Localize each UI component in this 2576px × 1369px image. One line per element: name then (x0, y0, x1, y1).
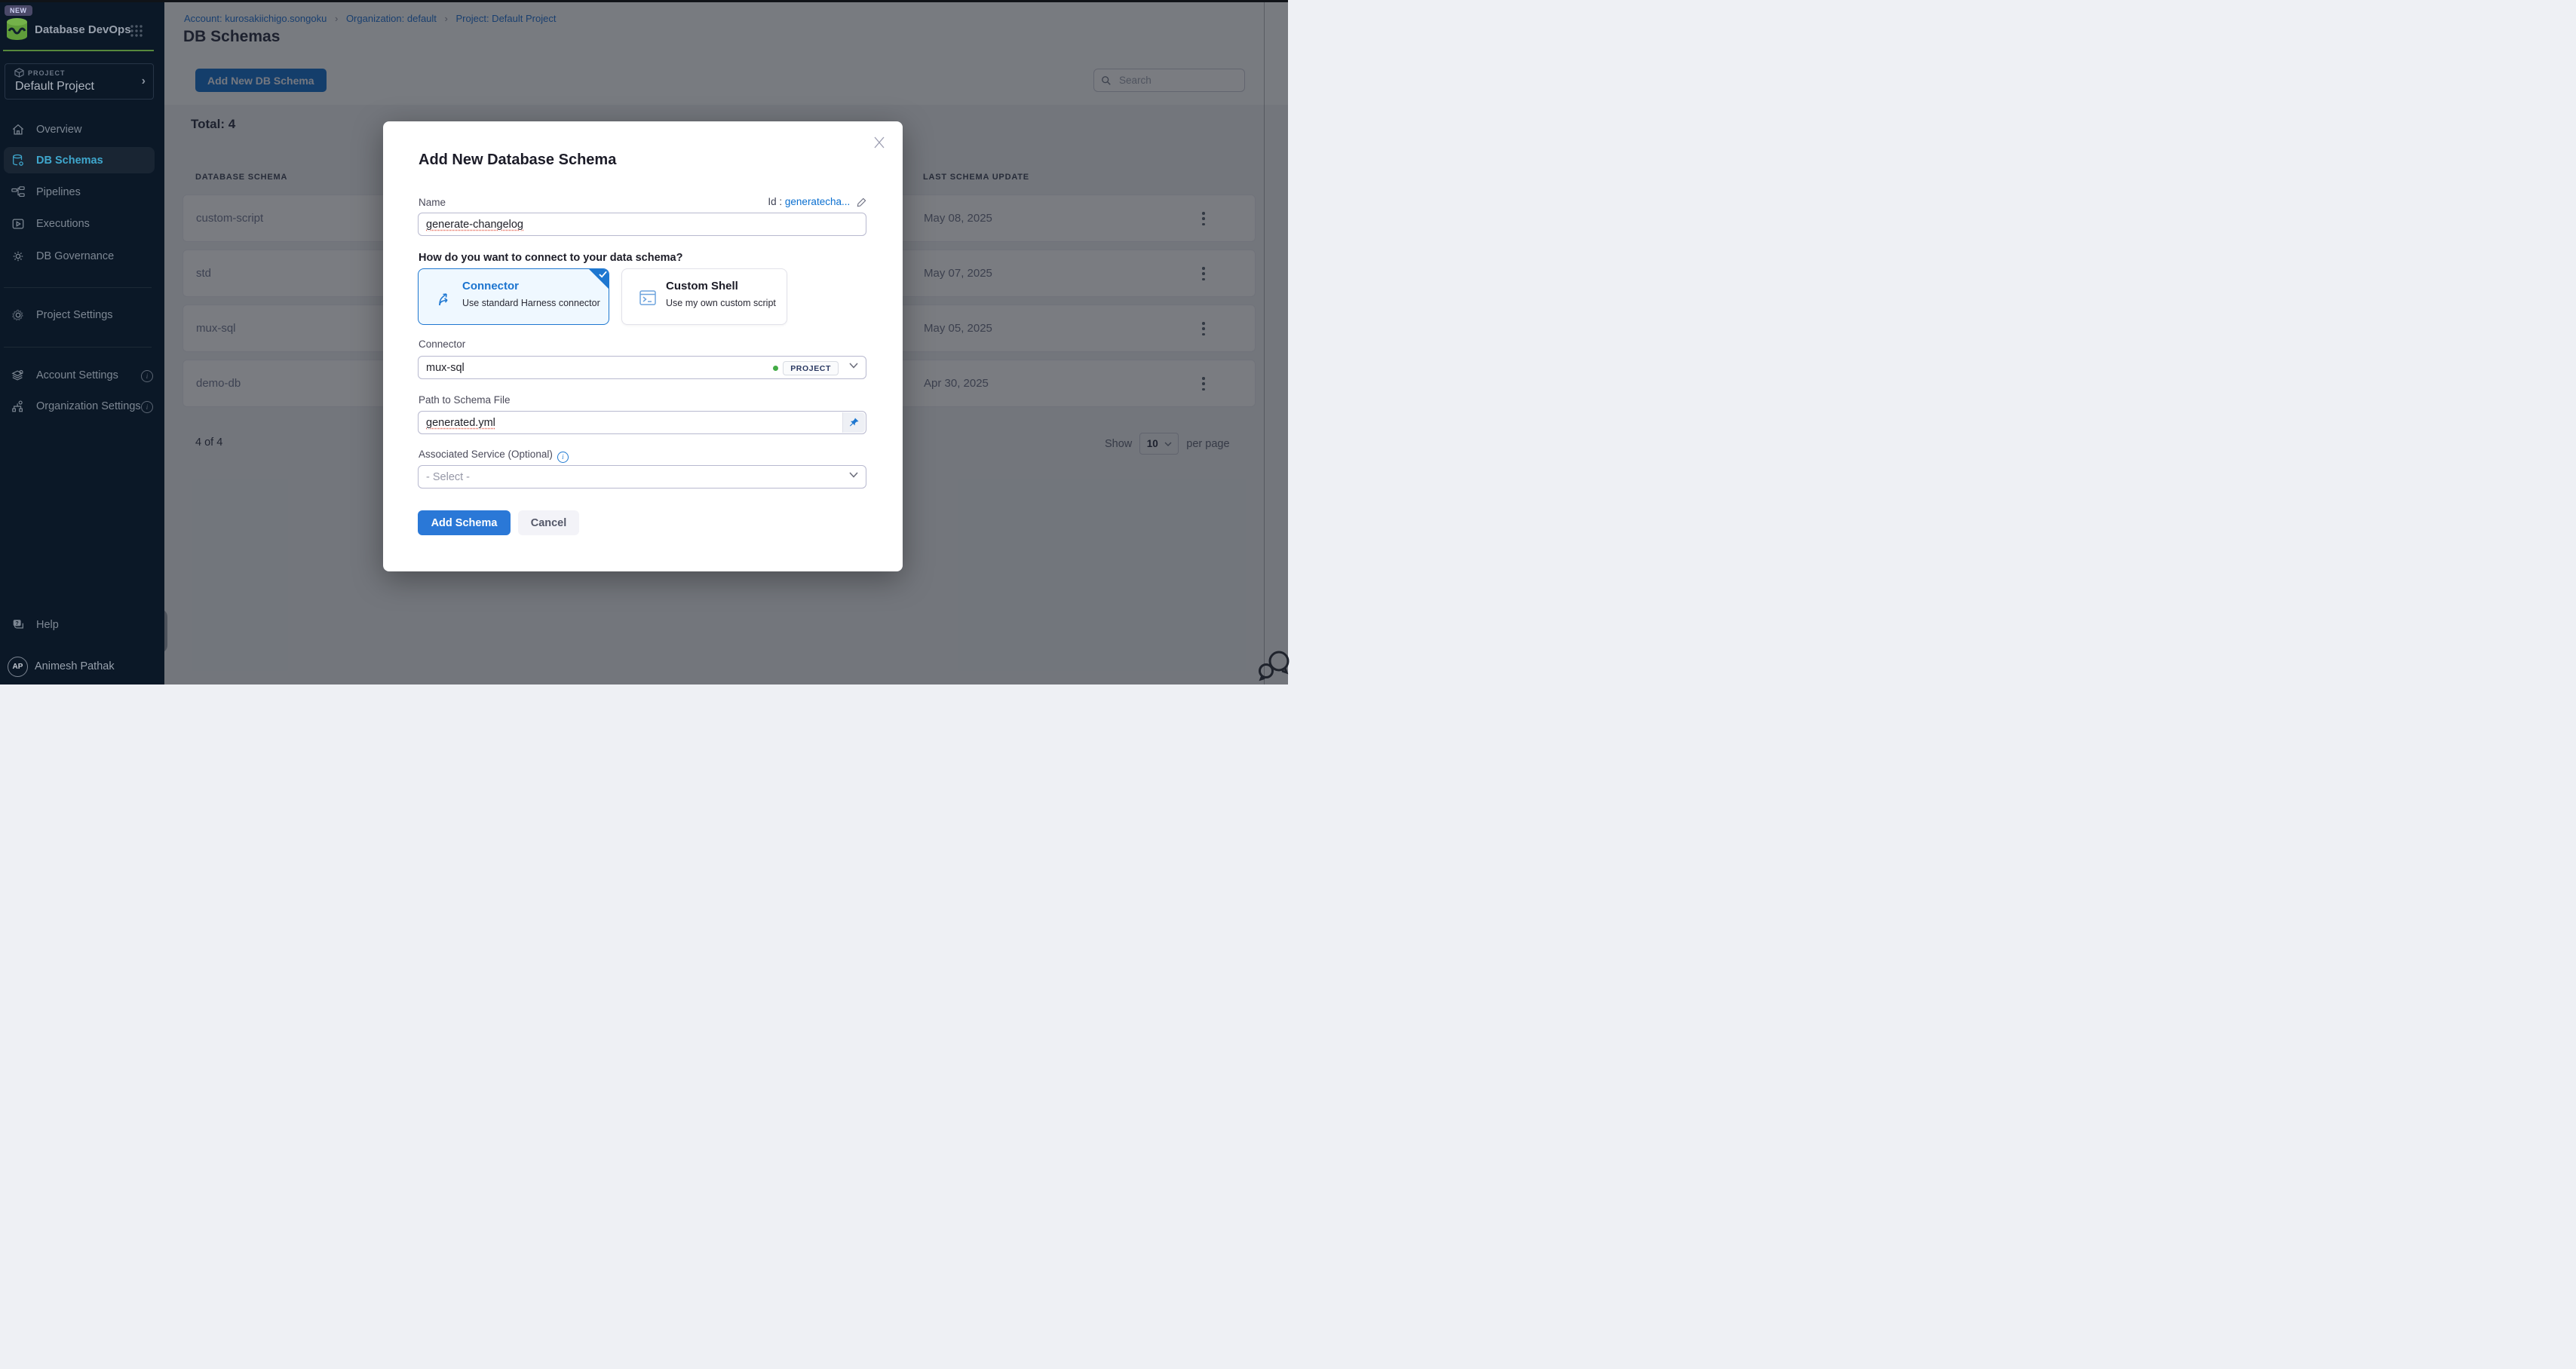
scope-badge: PROJECT (783, 361, 839, 375)
sidebar-item-label: Project Settings (36, 309, 113, 321)
executions-icon (11, 217, 25, 231)
name-field[interactable]: generate-changelog (418, 213, 866, 236)
connector-branch-icon (435, 289, 453, 307)
cancel-button[interactable]: Cancel (518, 510, 579, 535)
path-field[interactable]: generated.yml (418, 411, 866, 434)
sidebar-divider (4, 287, 152, 288)
sidebar-item-executions[interactable]: Executions (4, 210, 155, 237)
project-selector[interactable]: PROJECT Default Project › (5, 63, 154, 100)
service-label: Associated Service (Optional) i (419, 449, 569, 463)
window-top-edge (0, 0, 1288, 2)
gear-icon (11, 308, 25, 322)
connector-value: mux-sql (426, 362, 465, 374)
edit-pencil-icon[interactable] (857, 198, 866, 207)
add-schema-modal: Add New Database Schema Name Id : genera… (383, 121, 903, 571)
selected-check-icon (589, 269, 609, 289)
sidebar-divider (4, 347, 152, 348)
add-schema-button[interactable]: Add Schema (418, 510, 511, 535)
service-select[interactable]: - Select - (418, 465, 866, 488)
sidebar-item-project-settings[interactable]: Project Settings (4, 302, 155, 328)
info-icon[interactable]: i (141, 401, 153, 413)
svg-text:?: ? (15, 620, 18, 626)
sidebar-item-label: Help (36, 619, 59, 631)
database-devops-logo-icon (5, 17, 29, 44)
chevron-down-icon (849, 472, 858, 478)
layers-gear-icon (11, 369, 25, 382)
user-name[interactable]: Animesh Pathak (35, 660, 115, 672)
name-field-value: generate-changelog (426, 219, 523, 231)
sidebar-item-label: Executions (36, 218, 90, 230)
governance-gear-icon (11, 250, 25, 263)
project-name: Default Project (15, 80, 94, 93)
sidebar-item-organization-settings[interactable]: Organization Settings i (4, 393, 155, 419)
sidebar-item-account-settings[interactable]: Account Settings i (4, 362, 155, 388)
sidebar-item-help[interactable]: ? Help (4, 611, 155, 638)
help-chat-icon: ? (11, 618, 25, 632)
entity-id: Id : generatecha... (383, 196, 866, 207)
connector-scope: PROJECT (773, 357, 858, 380)
sidebar-item-overview[interactable]: Overview (4, 116, 155, 142)
option-card-connector[interactable]: Connector Use standard Harness connector (418, 268, 609, 325)
sidebar-item-label: DB Schemas (36, 155, 103, 167)
option-desc: Use standard Harness connector (462, 298, 600, 308)
avatar[interactable]: AP (8, 657, 28, 677)
connector-label: Connector (419, 338, 465, 350)
id-value-link[interactable]: generatecha... (785, 196, 850, 207)
sidebar-item-label: Pipelines (36, 186, 81, 198)
option-title: Custom Shell (666, 280, 738, 292)
org-gear-icon (11, 400, 25, 413)
path-field-value: generated.yml (426, 417, 495, 429)
info-icon[interactable]: i (141, 370, 153, 382)
sidebar-item-db-governance[interactable]: DB Governance (4, 243, 155, 269)
app-title: Database DevOps (35, 23, 131, 36)
sidebar-item-label: Overview (36, 124, 81, 136)
sidebar-item-pipelines[interactable]: Pipelines (4, 179, 155, 205)
project-label: PROJECT (28, 69, 66, 77)
new-badge: NEW (5, 5, 32, 16)
service-label-text: Associated Service (Optional) (419, 449, 553, 460)
pin-icon[interactable] (842, 412, 865, 433)
status-dot (773, 366, 778, 371)
sidebar-item-label: Organization Settings (36, 400, 141, 412)
connector-select[interactable]: mux-sql PROJECT (418, 356, 866, 379)
close-icon[interactable] (872, 135, 888, 152)
chevron-down-icon (849, 363, 858, 369)
modal-title: Add New Database Schema (419, 152, 616, 169)
connect-question: How do you want to connect to your data … (419, 252, 682, 264)
option-title: Connector (462, 280, 519, 292)
avatar-initials: AP (13, 663, 23, 671)
terminal-icon (639, 289, 657, 307)
id-prefix: Id : (768, 196, 782, 207)
path-label: Path to Schema File (419, 394, 511, 406)
brand-divider (3, 50, 154, 51)
home-icon (11, 123, 25, 136)
sidebar-item-label: DB Governance (36, 250, 114, 262)
sidebar: NEW Database DevOps PROJECT Default Proj… (0, 2, 164, 684)
option-card-custom-shell[interactable]: Custom Shell Use my own custom script (621, 268, 787, 325)
sidebar-item-label: Account Settings (36, 369, 118, 381)
chevron-right-icon: › (142, 75, 146, 88)
sidebar-item-db-schemas[interactable]: DB Schemas (4, 147, 155, 173)
info-icon[interactable]: i (557, 452, 569, 463)
service-placeholder: - Select - (426, 471, 470, 483)
app-grid-icon[interactable] (130, 24, 143, 38)
db-schema-icon (11, 154, 25, 167)
pipelines-icon (11, 185, 25, 199)
option-desc: Use my own custom script (666, 298, 776, 308)
